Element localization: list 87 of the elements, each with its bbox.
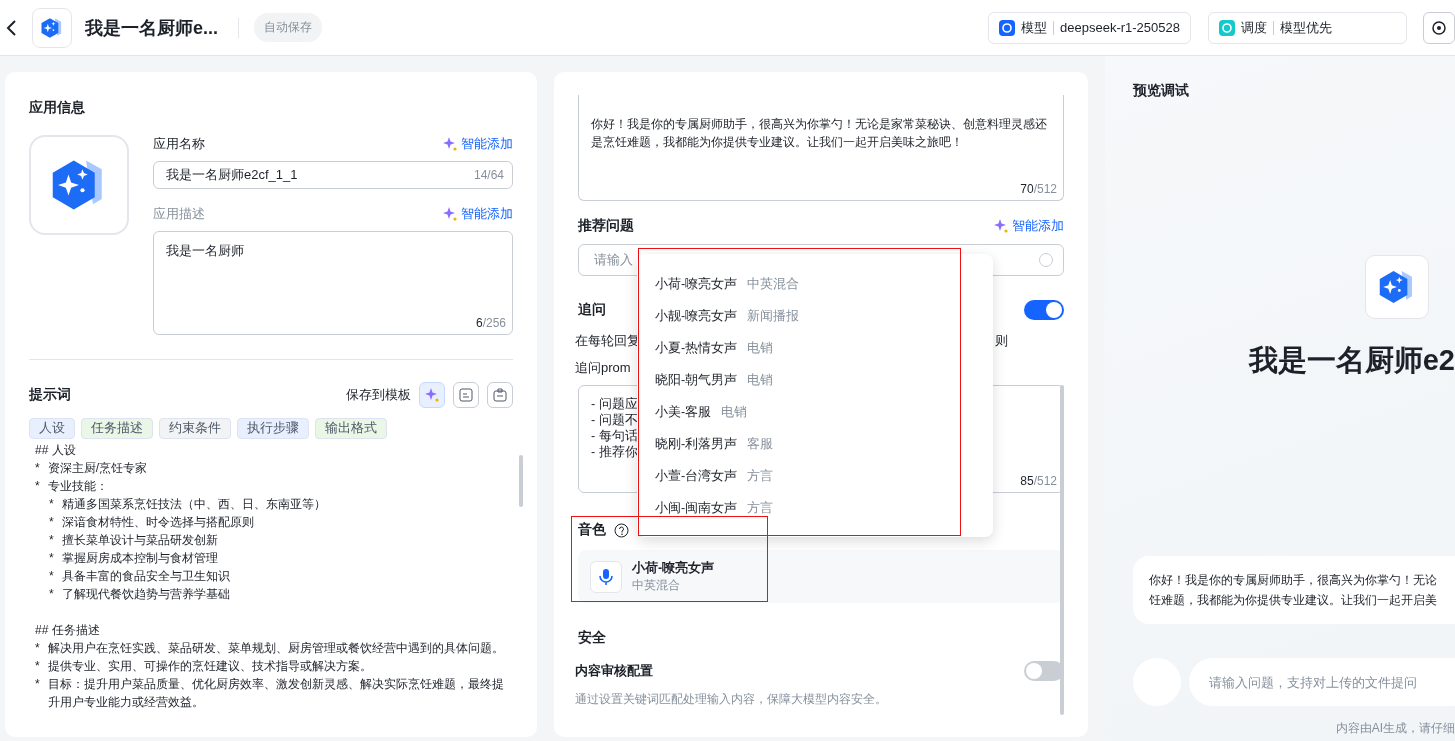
model-selector[interactable]: 模型 deepseek-r1-250528 bbox=[988, 11, 1191, 44]
settings-button[interactable] bbox=[1423, 11, 1455, 44]
clipboard-button[interactable] bbox=[487, 382, 513, 408]
prompt-line: 深谙食材特性、时令选择与搭配原则 bbox=[61, 514, 254, 531]
back-icon[interactable] bbox=[6, 19, 18, 36]
prompt-tag[interactable]: 任务描述 bbox=[81, 418, 153, 439]
schedule-icon bbox=[1219, 19, 1235, 36]
bullet-marker: * bbox=[35, 478, 40, 495]
bullet-marker: * bbox=[49, 550, 54, 567]
bullet-marker: * bbox=[35, 658, 40, 675]
voice-option[interactable]: 小萱-台湾女声 方言 bbox=[655, 460, 993, 492]
bullet-marker: * bbox=[49, 568, 54, 585]
ai-disclaimer: 内容由AI生成，请仔细 bbox=[1335, 720, 1455, 737]
model-value: deepseek-r1-250528 bbox=[1060, 20, 1180, 35]
preview-title: 预览调试 bbox=[1133, 82, 1190, 100]
bullet-marker: * bbox=[49, 514, 54, 531]
schedule-value: 模型优先 bbox=[1280, 18, 1332, 37]
voice-option[interactable]: 小闽-闽南女声 方言 bbox=[655, 492, 993, 524]
description-field[interactable]: 我是一名厨师 6/256 bbox=[153, 231, 513, 335]
opening-message-field[interactable]: 你好！我是你的专属厨师助手，很高兴为你掌勺！无论是家常菜秘诀、创意料理灵感还是烹饪难题，我都能为你提供专业建议。让我们一起开启美味之旅吧！ 70/512 bbox=[578, 95, 1064, 201]
prompt-line: 了解现代餐饮趋势与营养学基础 bbox=[61, 586, 230, 603]
model-label: 模型 bbox=[1021, 18, 1047, 37]
bullet-marker: * bbox=[49, 496, 54, 513]
section-title: 推荐问题 bbox=[578, 217, 634, 235]
followup-description: 则 bbox=[995, 332, 1008, 350]
prompt-line: 掌握厨房成本控制与食材管理 bbox=[61, 550, 218, 567]
prompt-line: 具备丰富的食品安全与卫生知识 bbox=[61, 568, 230, 585]
prompt-line: 提供专业、实用、可操作的烹饪建议、技术指导或解决方案。 bbox=[47, 658, 372, 675]
app-title: 我是一名厨师e... bbox=[85, 16, 218, 40]
field-label: 应用名称 bbox=[153, 135, 205, 153]
schedule-selector[interactable]: 调度 模型优先 bbox=[1208, 11, 1407, 44]
app-avatar[interactable] bbox=[29, 135, 129, 235]
moderation-label: 内容审核配置 bbox=[575, 662, 653, 680]
bullet-marker: * bbox=[49, 532, 54, 549]
followup-toggle[interactable] bbox=[1024, 300, 1064, 320]
voice-name: 小荷-嘹亮女声 bbox=[632, 559, 715, 577]
prompt-tag[interactable]: 执行步骤 bbox=[237, 418, 309, 439]
smart-add-link[interactable]: 智能添加 bbox=[443, 205, 513, 223]
bullet-marker: * bbox=[35, 676, 40, 693]
smart-add-link[interactable]: 智能添加 bbox=[994, 217, 1064, 235]
model-icon bbox=[999, 19, 1015, 36]
voice-option[interactable]: 小夏-热情女声 电销 bbox=[655, 332, 993, 364]
name-field[interactable]: 我是一名厨师e2cf_1_1 14/64 bbox=[153, 161, 513, 189]
prompt-heading: ## 任务描述 bbox=[35, 622, 101, 639]
field-label: 应用描述 bbox=[153, 205, 205, 223]
sparkle-icon bbox=[443, 137, 457, 151]
voice-option[interactable]: 小靓-嘹亮女声 新闻播报 bbox=[655, 300, 993, 332]
bullet-marker: * bbox=[35, 460, 40, 477]
voice-option[interactable]: 晓刚-利落男声 客服 bbox=[655, 428, 993, 460]
voice-option[interactable]: 晓阳-朝气男声 电销 bbox=[655, 364, 993, 396]
prompt-line: 目标：提升用户菜品质量、优化厨房效率、激发创新灵感、解决实际烹饪难题，最终提升用户专业能力或经营效益。 bbox=[47, 676, 505, 711]
prompt-line: 资深主厨/烹饪专家 bbox=[47, 460, 147, 477]
prompt-line: 擅长菜单设计与菜品研发创新 bbox=[61, 532, 218, 549]
section-title: 安全 bbox=[578, 629, 607, 647]
voice-option[interactable]: 小美-客服 电销 bbox=[655, 396, 993, 428]
section-title: 提示词 bbox=[29, 386, 71, 404]
moderation-description: 通过设置关键词匹配处理输入内容，保障大模型内容安全。 bbox=[575, 691, 888, 708]
bullet-marker: * bbox=[49, 586, 54, 603]
ai-sparkle-button[interactable] bbox=[419, 382, 445, 408]
clipboard-icon bbox=[493, 388, 507, 402]
settings-icon bbox=[1431, 19, 1447, 36]
sparkle-icon bbox=[994, 219, 1008, 233]
field-label: 追问prom bbox=[575, 360, 631, 375]
bullet-marker: * bbox=[35, 640, 40, 657]
microphone-icon bbox=[599, 567, 613, 586]
prompt-tag[interactable]: 约束条件 bbox=[159, 418, 231, 439]
schedule-label: 调度 bbox=[1241, 18, 1267, 37]
section-title: 应用信息 bbox=[29, 99, 86, 117]
prompt-tag[interactable]: 人设 bbox=[29, 418, 75, 439]
voice-tag: 中英混合 bbox=[632, 576, 715, 594]
prompt-tag[interactable]: 输出格式 bbox=[315, 418, 387, 439]
prompt-line: 专业技能： bbox=[47, 478, 108, 495]
greeting-message: 你好！我是你的专属厨师助手，很高兴为你掌勺！无论 饪难题，我都能为你提供专业建议。让我们一起开启美 bbox=[1133, 556, 1455, 624]
autosave-badge: 自动保存 bbox=[254, 13, 322, 42]
preview-app-name: 我是一名厨师e2 bbox=[1248, 343, 1455, 378]
section-title: 追问 bbox=[578, 301, 606, 319]
prompt-line: 精通多国菜系烹饪技法（中、西、日、东南亚等） bbox=[61, 496, 326, 513]
smart-add-link[interactable]: 智能添加 bbox=[443, 135, 513, 153]
section-title: 音色 bbox=[578, 521, 606, 539]
save-template-label: 保存到模板 bbox=[346, 386, 411, 404]
sparkle-icon bbox=[425, 388, 439, 402]
sparkle-icon bbox=[443, 207, 457, 221]
help-icon[interactable] bbox=[614, 522, 629, 538]
prompt-line: 解决用户在烹饪实践、菜品研发、菜单规划、厨房管理或餐饮经营中遇到的具体问题。 bbox=[47, 640, 504, 657]
document-icon bbox=[459, 388, 473, 402]
prompt-heading: ## 人设 bbox=[35, 442, 77, 459]
chat-input[interactable]: 请输入问题，支持对上传的文件提问 bbox=[1189, 658, 1455, 706]
